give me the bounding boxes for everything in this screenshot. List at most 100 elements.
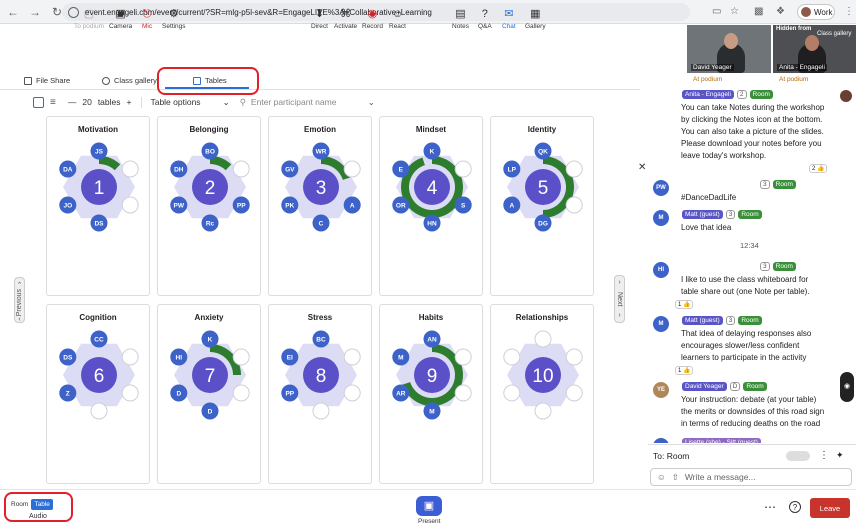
message-input[interactable]: ☺ ⇧ Write a message... (650, 468, 852, 486)
table-options-dropdown[interactable]: Table options ⌄ (141, 96, 230, 108)
forward-icon[interactable]: → (26, 5, 44, 19)
settings-label: Settings (162, 23, 186, 30)
upload-icon[interactable]: ⇧ (672, 472, 679, 483)
video-tile-anita[interactable]: Hidden from Class gallery Anita - Engage… (773, 25, 856, 73)
table-card[interactable]: Motivation 1 JS DS JO DA (46, 116, 150, 296)
close-chat-icon[interactable]: ✕ (638, 162, 646, 173)
table-graphic: 1 JS DS JO DA (59, 142, 139, 232)
gallery-button[interactable]: ▦ Gallery (525, 8, 546, 30)
seat-initials: LP (508, 167, 517, 174)
emoji-icon[interactable]: ☺ (657, 472, 666, 482)
chat-panel: Anita - Engageli 2 Room You can take Notes … (648, 88, 856, 443)
bookmark-icon[interactable]: ☆ (730, 6, 739, 17)
puzzle-icon[interactable]: ❖ (776, 6, 785, 17)
chat-author: David Yeager (682, 382, 727, 391)
direct-button[interactable]: ⬇ Direct (311, 8, 328, 30)
activate-icon: ⌘ (340, 8, 352, 20)
table-card[interactable]: Habits 9 AN M AR M (379, 304, 483, 484)
decrease-tables[interactable]: — (68, 97, 77, 107)
chat-room-tag: Room (772, 180, 796, 189)
chevron-down-icon[interactable]: ⌄ (368, 97, 375, 108)
video-tile-david[interactable]: David Yeager (687, 25, 771, 73)
record-button[interactable]: ◉ Record (362, 8, 383, 30)
camera-button[interactable]: ▣ Camera (109, 8, 132, 30)
search-icon: ⚲ (239, 96, 246, 107)
person-head (724, 33, 738, 49)
seat-initials: OR (396, 203, 406, 210)
seat-initials: C (319, 221, 324, 228)
profile-label: Work (814, 7, 833, 17)
back-icon[interactable]: ← (4, 5, 22, 19)
settings-button[interactable]: ⚙ Settings (162, 8, 186, 30)
table-card[interactable]: Belonging 2 BO PP Rc PW DH (157, 116, 261, 296)
chat-text-line: table share out (one Note per table). (681, 287, 810, 296)
cast-icon[interactable]: ▭ (712, 6, 721, 17)
person-head (805, 35, 819, 51)
next-tables-button[interactable]: › Next › (614, 275, 625, 323)
previous-tables-button[interactable]: ⌃ Previous ‹ (14, 277, 25, 323)
table-card[interactable]: Stress 8 BC PP EI (268, 304, 372, 484)
table-card[interactable]: Relationships 10 (490, 304, 594, 484)
help-icon[interactable]: ? (789, 501, 801, 513)
seat-empty (232, 348, 250, 366)
profile-button[interactable]: Work (797, 4, 835, 20)
more-options-icon[interactable]: ⋮ (819, 450, 829, 461)
present-button[interactable]: ▣ (416, 496, 442, 516)
seat-empty (454, 160, 472, 178)
leave-button[interactable]: Leave (810, 498, 850, 518)
qa-label: Q&A (478, 23, 492, 30)
chat-recipient[interactable]: To: Room (653, 451, 689, 461)
chat-avatar: M (653, 210, 669, 226)
mic-button[interactable]: ⎋ Mic (142, 8, 152, 30)
seat-initials: GV (285, 167, 295, 174)
table-card[interactable]: Cognition 6 CC Z DS (46, 304, 150, 484)
chat-text-line: #DanceDadLife (681, 193, 737, 202)
list-view-icon[interactable]: ≡ (50, 97, 56, 108)
chat-timestamp: 12:34 (740, 241, 759, 250)
table-card[interactable]: Emotion 3 WR A C PK GV (268, 116, 372, 296)
next-label: Next (616, 291, 623, 307)
table-card[interactable]: Identity 5 QK DG A LP (490, 116, 594, 296)
increase-tables[interactable]: + (127, 97, 132, 107)
seat-empty (565, 196, 583, 214)
chat-message-header: David Yeager D Room (682, 382, 767, 391)
anonymous-toggle[interactable] (786, 451, 810, 461)
chevron-right-icon: › (618, 279, 621, 286)
reaction-badge[interactable]: 1 👍 (675, 366, 694, 375)
activate-button[interactable]: ⌘ Activate (334, 8, 357, 30)
sparkle-icon[interactable]: ✦ (836, 450, 844, 461)
seat-initials: CC (94, 337, 104, 344)
record-label: Record (362, 23, 383, 30)
seat-initials: E (399, 167, 404, 174)
notes-icon: ▤ (455, 8, 466, 20)
podium-button[interactable]: ▢ To podium (74, 8, 104, 30)
seat-initials: PW (174, 203, 185, 210)
tab-class-gallery[interactable]: Class gallery (102, 76, 157, 85)
chevron-left-icon: ‹ (18, 316, 21, 324)
chat-button[interactable]: ✉ Chat (502, 8, 516, 30)
mic-label: Mic (142, 23, 153, 30)
reaction-badge[interactable]: 1 👍 (675, 300, 694, 309)
seat-initials: K (208, 337, 213, 344)
notes-button[interactable]: ▤ Notes (452, 8, 469, 30)
browser-menu-icon[interactable]: ⋮ (844, 6, 854, 17)
tab-file-share[interactable]: File Share (24, 76, 70, 85)
more-icon[interactable]: ⋯ (764, 500, 776, 514)
podium-icon: ▢ (83, 8, 95, 20)
podium-label: To podium (74, 23, 104, 30)
tables-toolbar: ≡ — 20 tables + Table options ⌄ ⚲ Enter … (0, 92, 640, 112)
table-card[interactable]: Anxiety 7 K D D HI (157, 304, 261, 484)
react-button[interactable]: ☺ React (389, 8, 406, 30)
seat-empty (343, 348, 361, 366)
qa-button[interactable]: ? Q&A (478, 8, 492, 30)
tile-view-icon[interactable] (33, 96, 44, 108)
table-number: 6 (94, 366, 105, 387)
chat-room-tag: Room (749, 90, 773, 99)
reaction-badge[interactable]: 2 👍 (809, 164, 828, 173)
chat-message-header: Anita - Engageli 2 Room (682, 90, 773, 99)
extension-icon[interactable]: ▩ (754, 6, 763, 17)
side-widget-icon[interactable]: ◉ (840, 372, 854, 402)
participant-search[interactable]: ⚲ Enter participant name (240, 97, 358, 108)
annotation-highlight-audio (4, 492, 73, 522)
table-card[interactable]: Mindset 4 K S HN OR E (379, 116, 483, 296)
